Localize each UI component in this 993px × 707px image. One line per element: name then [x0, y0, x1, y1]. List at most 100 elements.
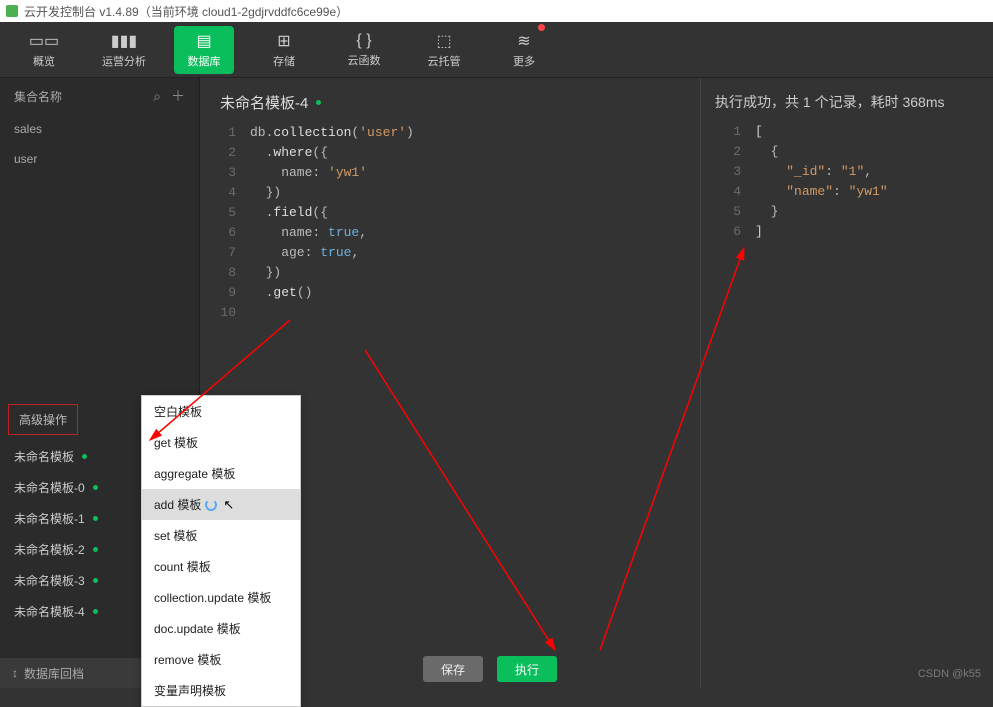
template-item-label: 未命名模板	[14, 448, 74, 465]
line-number: 8	[210, 263, 250, 283]
editor-code[interactable]: 1db.collection('user')2 .where({3 name: …	[210, 123, 694, 323]
menu-item-label: remove 模板	[154, 651, 221, 668]
template-item-label: 未命名模板-0	[14, 479, 85, 496]
code-line: .get()	[250, 283, 312, 303]
toolbar-label: 概览	[33, 53, 55, 69]
collection-item-user[interactable]: user	[0, 144, 199, 174]
menu-item-label: set 模板	[154, 527, 197, 544]
template-item-label: 未命名模板-3	[14, 572, 85, 589]
line-number: 10	[210, 303, 250, 323]
sidebar-header: 集合名称 ⌕ ＋	[0, 78, 199, 114]
modified-indicator-icon	[93, 516, 98, 521]
toolbar-icon: ≋	[517, 31, 530, 51]
menu-item-7[interactable]: doc.update 模板	[142, 613, 300, 644]
code-line: .field({	[250, 203, 328, 223]
modified-indicator-icon	[93, 609, 98, 614]
line-number: 7	[210, 243, 250, 263]
toolbar-存储[interactable]: ⊞存储	[254, 26, 314, 74]
toolbar-icon: ⬚	[436, 31, 451, 51]
code-line: })	[250, 263, 281, 283]
toolbar-更多[interactable]: ≋ 更多	[494, 26, 554, 74]
code-line: age: true,	[250, 243, 359, 263]
line-number: 2	[210, 143, 250, 163]
menu-item-4[interactable]: set 模板	[142, 520, 300, 551]
result-pane: 执行成功，共 1 个记录，耗时 368ms 1[2 {3 "_id": "1",…	[700, 78, 993, 688]
watermark: CSDN @k55	[918, 668, 981, 680]
line-number: 1	[715, 122, 755, 142]
add-collection-icon[interactable]: ＋	[171, 86, 185, 106]
toolbar-icon: ▭▭	[29, 31, 59, 51]
code-line: }	[755, 202, 778, 222]
modified-indicator-icon	[93, 485, 98, 490]
collection-item-sales[interactable]: sales	[0, 114, 199, 144]
menu-item-1[interactable]: get 模板	[142, 427, 300, 458]
footer-buttons: 保存 执行	[423, 656, 557, 682]
line-number: 5	[715, 202, 755, 222]
line-number: 4	[715, 182, 755, 202]
loading-spinner-icon	[205, 499, 217, 511]
menu-item-0[interactable]: 空白模板	[142, 396, 300, 427]
code-line: {	[755, 142, 778, 162]
toolbar-label: 存储	[273, 53, 295, 69]
code-line: db.collection('user')	[250, 123, 414, 143]
code-line: [	[755, 122, 763, 142]
editor-title: 未命名模板-4	[220, 92, 308, 113]
advanced-header[interactable]: 高级操作	[8, 404, 78, 435]
menu-item-label: 空白模板	[154, 403, 202, 420]
menu-item-3[interactable]: add 模板↖	[142, 489, 300, 520]
menu-item-label: 变量声明模板	[154, 682, 226, 699]
collection-list: salesuser	[0, 114, 199, 174]
menu-item-9[interactable]: 变量声明模板	[142, 675, 300, 706]
result-title: 执行成功，共 1 个记录，耗时 368ms	[715, 92, 981, 112]
window-title: 云开发控制台 v1.4.89（当前环境 cloud1-2gdjrvddfc6ce…	[24, 3, 348, 20]
menu-item-2[interactable]: aggregate 模板	[142, 458, 300, 489]
line-number: 1	[210, 123, 250, 143]
toolbar-icon: { }	[356, 32, 371, 50]
toolbar-云函数[interactable]: { }云函数	[334, 26, 394, 74]
code-line: "_id": "1",	[755, 162, 872, 182]
menu-item-6[interactable]: collection.update 模板	[142, 582, 300, 613]
menu-item-label: aggregate 模板	[154, 465, 235, 482]
template-item-label: 未命名模板-1	[14, 510, 85, 527]
modified-indicator-icon	[82, 454, 87, 459]
modified-indicator-icon	[316, 100, 321, 105]
run-button[interactable]: 执行	[497, 656, 557, 682]
save-button[interactable]: 保存	[423, 656, 483, 682]
line-number: 4	[210, 183, 250, 203]
app-icon	[6, 5, 18, 17]
line-number: 3	[210, 163, 250, 183]
code-line: .where({	[250, 143, 328, 163]
toolbar-label: 更多	[513, 53, 535, 69]
sidebar-title: 集合名称	[14, 88, 62, 105]
result-code: 1[2 {3 "_id": "1",4 "name": "yw1"5 }6]	[715, 122, 981, 242]
toolbar-数据库[interactable]: ▤数据库	[174, 26, 234, 74]
line-number: 5	[210, 203, 250, 223]
line-number: 6	[210, 223, 250, 243]
line-number: 9	[210, 283, 250, 303]
menu-item-label: collection.update 模板	[154, 589, 271, 606]
window-titlebar: 云开发控制台 v1.4.89（当前环境 cloud1-2gdjrvddfc6ce…	[0, 0, 993, 22]
menu-item-8[interactable]: remove 模板	[142, 644, 300, 675]
toolbar-label: 云托管	[428, 53, 461, 69]
template-context-menu: 空白模板 get 模板 aggregate 模板 add 模板↖ set 模板 count…	[141, 395, 301, 707]
modified-indicator-icon	[93, 547, 98, 552]
template-item-label: 未命名模板-4	[14, 603, 85, 620]
modified-indicator-icon	[93, 578, 98, 583]
toolbar-概览[interactable]: ▭▭ 概览	[14, 26, 74, 74]
rollback-label: 数据库回档	[24, 665, 84, 682]
toolbar-运营分析[interactable]: ▮▮▮ 运营分析	[94, 26, 154, 74]
line-number: 3	[715, 162, 755, 182]
main-toolbar: ▭▭ 概览 ▮▮▮ 运营分析 ▤数据库 ⊞存储 { }云函数 ⬚ 云托管 ≋ 更多	[0, 22, 993, 78]
toolbar-icon: ▮▮▮	[111, 31, 137, 51]
toolbar-云托管[interactable]: ⬚ 云托管	[414, 26, 474, 74]
toolbar-label: 运营分析	[102, 53, 146, 69]
code-line: name: 'yw1'	[250, 163, 367, 183]
cursor-icon: ↖	[223, 497, 234, 513]
line-number: 2	[715, 142, 755, 162]
code-line: name: true,	[250, 223, 367, 243]
search-icon[interactable]: ⌕	[153, 88, 161, 105]
menu-item-label: count 模板	[154, 558, 211, 575]
menu-item-5[interactable]: count 模板	[142, 551, 300, 582]
template-item-label: 未命名模板-2	[14, 541, 85, 558]
menu-item-label: get 模板	[154, 434, 198, 451]
